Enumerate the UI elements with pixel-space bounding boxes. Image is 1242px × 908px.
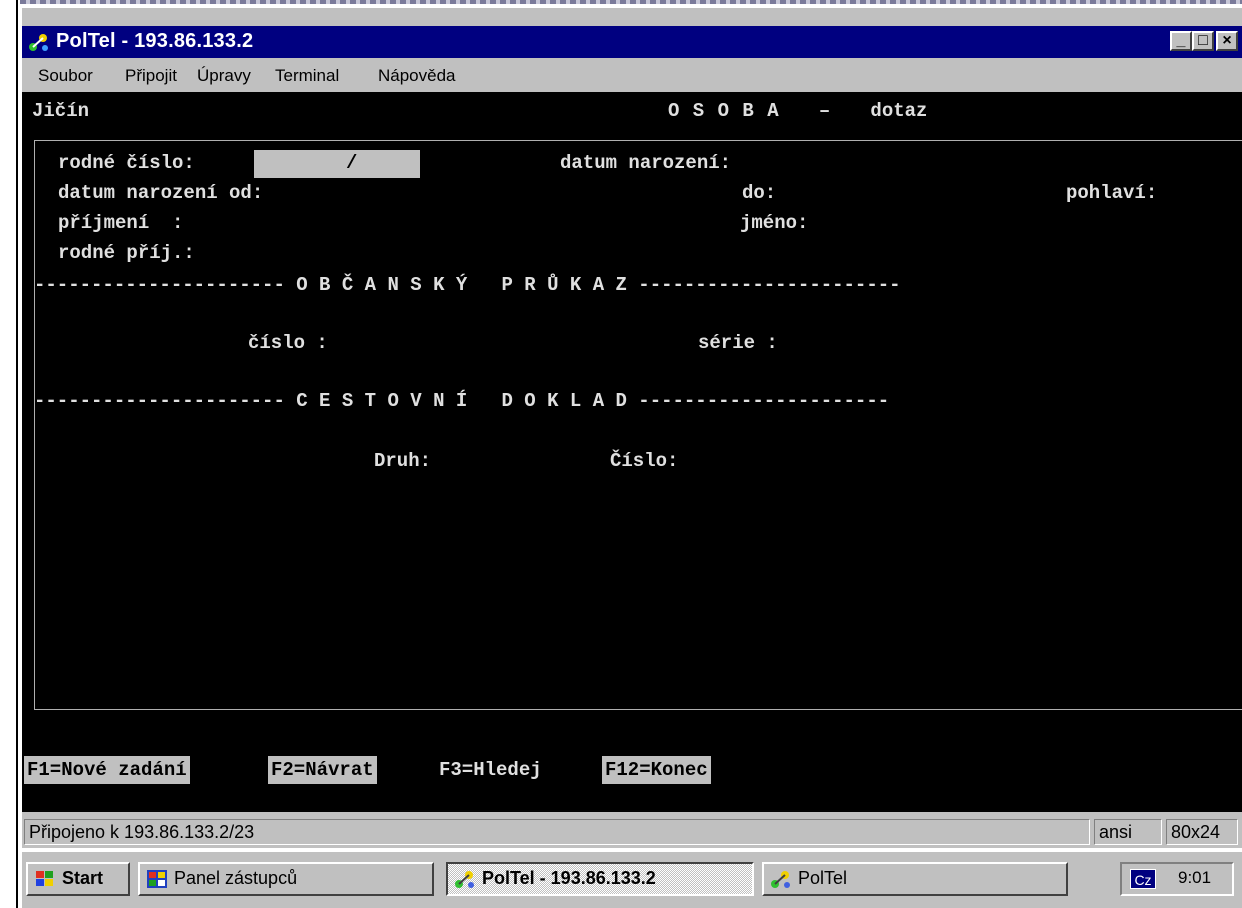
poltel-icon bbox=[771, 871, 790, 888]
menu-bar: Soubor Připojit Úpravy Terminal Nápověda bbox=[22, 60, 1242, 90]
frame-top bbox=[34, 140, 1242, 141]
menu-upravy[interactable]: Úpravy bbox=[197, 66, 251, 86]
taskbar: Start Panel zástupců PolTel - 193.86.133… bbox=[22, 850, 1242, 908]
maximize-icon: □ bbox=[1198, 32, 1208, 49]
start-button[interactable]: Start bbox=[26, 862, 130, 896]
label-datum-narozeni: datum narození: bbox=[560, 152, 732, 174]
taskbar-poltel[interactable]: PolTel bbox=[762, 862, 1068, 896]
taskbar-poltel-session[interactable]: PolTel - 193.86.133.2 bbox=[446, 862, 754, 896]
label-op-cislo: číslo : bbox=[248, 332, 328, 354]
frame-bottom bbox=[34, 709, 1242, 710]
clock[interactable]: 9:01 bbox=[1178, 868, 1211, 888]
status-connection: Připojeno k 193.86.133.2/23 bbox=[24, 819, 1090, 845]
header-title: O S O B A – dotaz bbox=[668, 100, 928, 122]
section-obcansky-prukaz: ---------------------- O B Č A N S K Ý P… bbox=[34, 274, 901, 296]
fkey-f1[interactable]: F1=Nové zadání bbox=[24, 756, 190, 784]
windows-logo-icon bbox=[36, 871, 53, 886]
top-edge-rule bbox=[20, 0, 1242, 4]
status-size: 80x24 bbox=[1166, 819, 1238, 845]
menu-pripojit[interactable]: Připojit bbox=[125, 66, 177, 86]
label-jmeno: jméno: bbox=[740, 212, 809, 234]
header-location: Jičín bbox=[32, 100, 90, 122]
language-indicator[interactable]: Cz bbox=[1130, 869, 1156, 889]
label-do: do: bbox=[742, 182, 777, 204]
shortcut-panel-icon bbox=[147, 870, 167, 888]
section-cestovni-doklad: ---------------------- C E S T O V N Í D… bbox=[34, 390, 890, 412]
menu-napoveda[interactable]: Nápověda bbox=[378, 66, 456, 86]
label-rodne-prijmeni: rodné příj.: bbox=[58, 242, 195, 264]
minimize-icon: _ bbox=[1176, 32, 1186, 49]
close-icon: × bbox=[1222, 32, 1232, 49]
status-bar: Připojeno k 193.86.133.2/23 ansi 80x24 bbox=[22, 816, 1242, 848]
taskbar-item-label: PolTel bbox=[798, 868, 848, 888]
rodne-cislo-input[interactable]: / bbox=[254, 150, 420, 178]
left-edge-rule bbox=[16, 0, 18, 908]
system-tray: Cz 9:01 bbox=[1120, 862, 1234, 896]
status-emulation: ansi bbox=[1094, 819, 1162, 845]
label-rodne-cislo: rodné číslo: bbox=[58, 152, 195, 174]
rodne-cislo-value: / bbox=[346, 152, 358, 174]
label-op-serie: série : bbox=[698, 332, 778, 354]
poltel-icon bbox=[455, 871, 474, 888]
taskbar-item-label: PolTel - 193.86.133.2 bbox=[482, 868, 656, 888]
start-label: Start bbox=[62, 868, 104, 888]
label-pohlavi: pohlaví: bbox=[1066, 182, 1158, 204]
menu-soubor[interactable]: Soubor bbox=[38, 66, 93, 86]
poltel-window: PolTel - 193.86.133.2 _ □ × Soubor Připo… bbox=[22, 8, 1242, 848]
taskbar-item-label: Panel zástupců bbox=[174, 868, 298, 888]
menu-terminal[interactable]: Terminal bbox=[275, 66, 339, 86]
minimize-button[interactable]: _ bbox=[1170, 31, 1192, 51]
label-datum-narozeni-od: datum narození od: bbox=[58, 182, 264, 204]
maximize-button[interactable]: □ bbox=[1192, 31, 1214, 51]
frame-left bbox=[34, 140, 35, 710]
fkey-f12[interactable]: F12=Konec bbox=[602, 756, 711, 784]
window-title: PolTel - 193.86.133.2 bbox=[56, 30, 254, 52]
title-bar[interactable]: PolTel - 193.86.133.2 _ □ × bbox=[22, 26, 1242, 58]
fkey-f3[interactable]: F3=Hledej bbox=[436, 756, 545, 784]
label-cd-cislo: Číslo: bbox=[610, 450, 679, 472]
label-prijmeni: příjmení : bbox=[58, 212, 184, 234]
terminal-screen[interactable]: Jičín O S O B A – dotaz rodné číslo: / d… bbox=[22, 92, 1242, 812]
poltel-app-icon bbox=[29, 34, 48, 51]
close-button[interactable]: × bbox=[1216, 31, 1238, 51]
fkey-f2[interactable]: F2=Návrat bbox=[268, 756, 377, 784]
label-druh: Druh: bbox=[374, 450, 432, 472]
taskbar-panel-zastupcu[interactable]: Panel zástupců bbox=[138, 862, 434, 896]
